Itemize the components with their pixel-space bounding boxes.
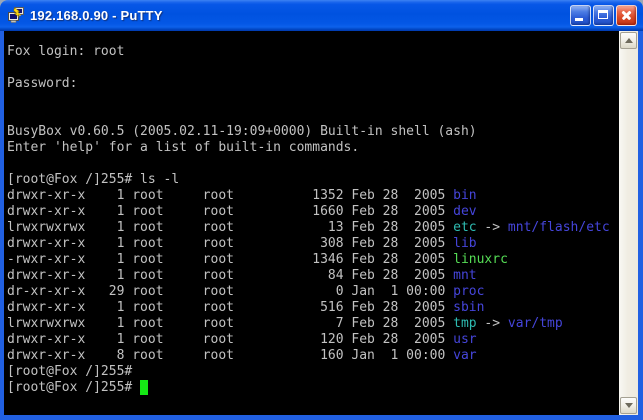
terminal-line bbox=[7, 156, 619, 172]
terminal-text-segment: -> bbox=[477, 316, 508, 331]
terminal-text-segment: Enter 'help' for a list of built-in comm… bbox=[7, 140, 359, 155]
window-body: Fox login: root Password: BusyBox v0.60.5 … bbox=[0, 31, 643, 420]
maximize-button[interactable] bbox=[593, 5, 614, 26]
terminal-text-segment: var/tmp bbox=[508, 316, 563, 331]
terminal-line bbox=[7, 92, 619, 108]
terminal-text-segment: dr-xr-xr-x 29 root root 0 Jan 1 00:00 bbox=[7, 284, 453, 299]
terminal-text-segment: drwxr-xr-x 1 root root 1660 Feb 28 2005 bbox=[7, 204, 453, 219]
terminal-text-segment: var bbox=[453, 348, 476, 363]
terminal-line bbox=[7, 108, 619, 124]
terminal-line bbox=[7, 60, 619, 76]
terminal-text-segment: [root@Fox /]255# bbox=[7, 380, 140, 395]
terminal-line: dr-xr-xr-x 29 root root 0 Jan 1 00:00 pr… bbox=[7, 284, 619, 300]
minimize-icon bbox=[575, 18, 583, 21]
terminal-text-segment: tmp bbox=[453, 316, 476, 331]
terminal-line: Enter 'help' for a list of built-in comm… bbox=[7, 140, 619, 156]
terminal-line: [root@Fox /]255# bbox=[7, 364, 619, 380]
terminal-line: [root@Fox /]255# bbox=[7, 380, 619, 396]
terminal-text-segment: lib bbox=[453, 236, 476, 251]
terminal-line: lrwxrwxrwx 1 root root 7 Feb 28 2005 tmp… bbox=[7, 316, 619, 332]
terminal-text-segment: drwxr-xr-x 1 root root 1352 Feb 28 2005 bbox=[7, 188, 453, 203]
terminal-text-segment: lrwxrwxrwx 1 root root 7 Feb 28 2005 bbox=[7, 316, 453, 331]
terminal-text-segment: linuxrc bbox=[453, 252, 508, 267]
terminal-text-segment: usr bbox=[453, 332, 476, 347]
terminal-line: [root@Fox /]255# ls -l bbox=[7, 172, 619, 188]
terminal-text-segment: -> bbox=[477, 220, 508, 235]
terminal-line: drwxr-xr-x 1 root root 120 Feb 28 2005 u… bbox=[7, 332, 619, 348]
terminal-text-segment: BusyBox v0.60.5 (2005.02.11-19:09+0000) … bbox=[7, 124, 477, 139]
terminal-text-segment: -rwxr-xr-x 1 root root 1346 Feb 28 2005 bbox=[7, 252, 453, 267]
chevron-down-icon bbox=[625, 403, 633, 408]
terminal-line: -rwxr-xr-x 1 root root 1346 Feb 28 2005 … bbox=[7, 252, 619, 268]
maximize-icon bbox=[598, 10, 608, 19]
scrollbar[interactable] bbox=[619, 31, 638, 415]
chevron-up-icon bbox=[625, 38, 633, 43]
terminal-text-segment: etc bbox=[453, 220, 476, 235]
terminal-text-segment: drwxr-xr-x 1 root root 120 Feb 28 2005 bbox=[7, 332, 453, 347]
titlebar[interactable]: 192.168.0.90 - PuTTY bbox=[0, 0, 643, 31]
terminal-text-segment: mnt/flash/etc bbox=[508, 220, 610, 235]
terminal-cursor bbox=[140, 380, 148, 395]
terminal-text-segment: drwxr-xr-x 1 root root 308 Feb 28 2005 bbox=[7, 236, 453, 251]
terminal-text-segment: Password: bbox=[7, 76, 77, 91]
close-button[interactable] bbox=[616, 5, 637, 26]
terminal-lines: Fox login: root Password: BusyBox v0.60.5 … bbox=[7, 44, 619, 396]
close-icon bbox=[620, 9, 633, 22]
terminal-text-segment: mnt bbox=[453, 268, 476, 283]
scroll-up-button[interactable] bbox=[620, 32, 637, 49]
terminal-text-segment: [root@Fox /]255# bbox=[7, 364, 132, 379]
terminal-text-segment: dev bbox=[453, 204, 476, 219]
putty-app-icon bbox=[7, 7, 25, 24]
scroll-down-button[interactable] bbox=[620, 397, 637, 414]
terminal-screen[interactable]: Fox login: root Password: BusyBox v0.60.5 … bbox=[4, 31, 619, 415]
terminal-text-segment: Fox login: root bbox=[7, 44, 124, 59]
terminal-text-segment: drwxr-xr-x 1 root root 516 Feb 28 2005 bbox=[7, 300, 453, 315]
terminal-line: drwxr-xr-x 1 root root 308 Feb 28 2005 l… bbox=[7, 236, 619, 252]
terminal-line: BusyBox v0.60.5 (2005.02.11-19:09+0000) … bbox=[7, 124, 619, 140]
terminal-text-segment: drwxr-xr-x 1 root root 84 Feb 28 2005 bbox=[7, 268, 453, 283]
terminal-line: lrwxrwxrwx 1 root root 13 Feb 28 2005 et… bbox=[7, 220, 619, 236]
putty-window: 192.168.0.90 - PuTTY Fox login: root Pass… bbox=[0, 0, 643, 420]
terminal-text-segment: proc bbox=[453, 284, 484, 299]
terminal-line: drwxr-xr-x 1 root root 1660 Feb 28 2005 … bbox=[7, 204, 619, 220]
terminal-text-segment: bin bbox=[453, 188, 476, 203]
terminal-line: drwxr-xr-x 1 root root 516 Feb 28 2005 s… bbox=[7, 300, 619, 316]
terminal-line: drwxr-xr-x 8 root root 160 Jan 1 00:00 v… bbox=[7, 348, 619, 364]
window-title: 192.168.0.90 - PuTTY bbox=[30, 8, 570, 23]
terminal-line: Fox login: root bbox=[7, 44, 619, 60]
terminal-text-segment: [root@Fox /]255# ls -l bbox=[7, 172, 179, 187]
terminal-text-segment: sbin bbox=[453, 300, 484, 315]
terminal-text-segment: lrwxrwxrwx 1 root root 13 Feb 28 2005 bbox=[7, 220, 453, 235]
terminal-line: drwxr-xr-x 1 root root 84 Feb 28 2005 mn… bbox=[7, 268, 619, 284]
terminal-line: drwxr-xr-x 1 root root 1352 Feb 28 2005 … bbox=[7, 188, 619, 204]
scrollbar-track[interactable] bbox=[619, 50, 638, 396]
terminal-line: Password: bbox=[7, 76, 619, 92]
window-controls bbox=[570, 5, 637, 26]
terminal-text-segment: drwxr-xr-x 8 root root 160 Jan 1 00:00 bbox=[7, 348, 453, 363]
minimize-button[interactable] bbox=[570, 5, 591, 26]
